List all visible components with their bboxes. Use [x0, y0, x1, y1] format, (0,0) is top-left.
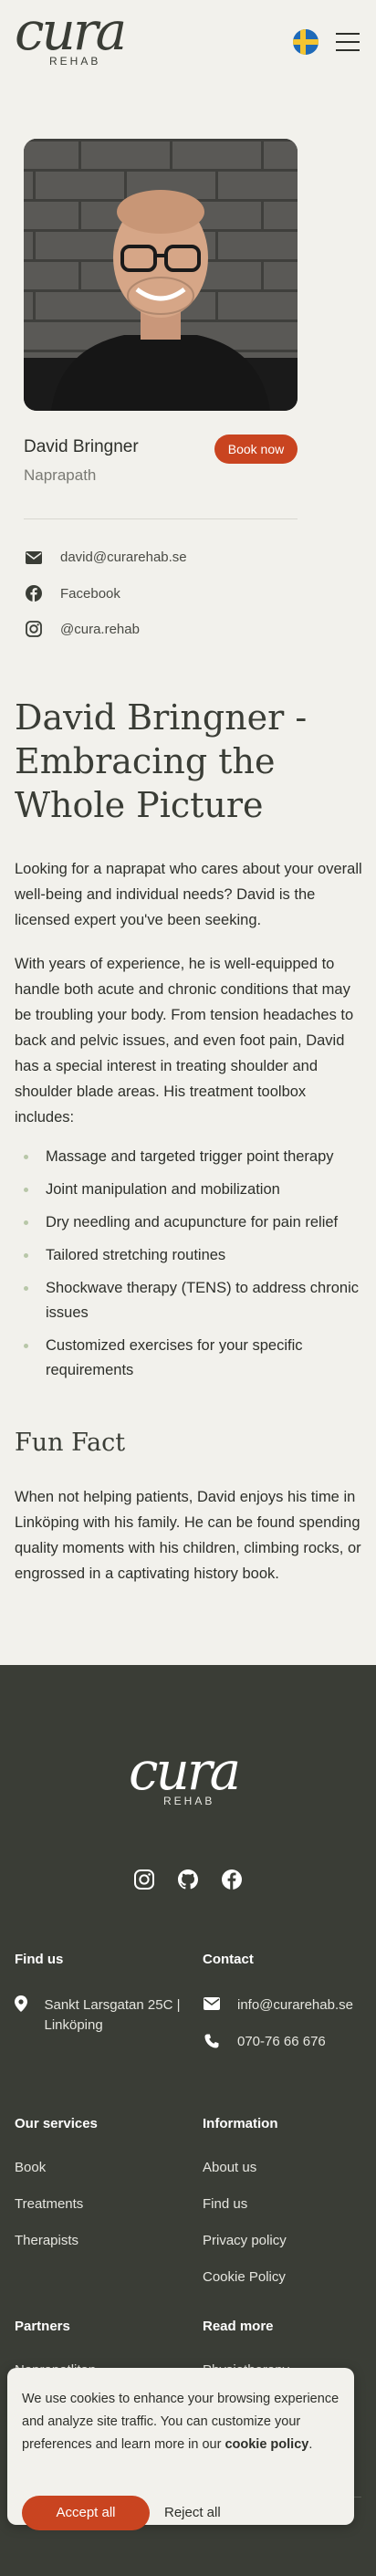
github-icon[interactable]	[177, 1869, 199, 1890]
cookie-banner: We use cookies to enhance your browsing …	[7, 2368, 354, 2530]
brick-wall-background	[24, 139, 298, 411]
footer-logo-wordmark: cura	[129, 1740, 241, 1802]
footer-link-about[interactable]: About us	[203, 2160, 256, 2175]
footer-link-find-us[interactable]: Find us	[203, 2196, 247, 2212]
footer-phone-text: 070-76 66 676	[237, 2034, 326, 2049]
list-item: Massage and targeted trigger point thera…	[15, 1145, 363, 1169]
services-heading: Our services	[15, 2116, 98, 2131]
article-intro: Looking for a naprapat who cares about y…	[15, 861, 362, 928]
footer-link-treatments[interactable]: Treatments	[15, 2196, 83, 2212]
facebook-icon	[24, 585, 44, 602]
therapist-photo	[24, 139, 298, 411]
facebook-icon[interactable]	[221, 1869, 243, 1890]
hamburger-menu-icon[interactable]	[336, 33, 360, 53]
fun-fact-title: Fun Fact	[15, 1429, 126, 1457]
contact-facebook[interactable]: Facebook	[24, 585, 120, 602]
site-header: cura REHAB	[0, 0, 376, 91]
list-item: Dry needling and acupuncture for pain re…	[15, 1210, 363, 1235]
brand-logo[interactable]: cura REHAB	[15, 5, 133, 68]
footer-address-text: Sankt Larsgatan 25C | Linköping	[44, 1997, 181, 2033]
footer-address[interactable]: Sankt Larsgatan 25C | Linköping	[15, 1995, 188, 2036]
list-item: Shockwave therapy (TENS) to address chro…	[15, 1276, 363, 1325]
fun-fact-text: When not helping patients, David enjoys …	[15, 1489, 361, 1582]
treatment-list: Massage and targeted trigger point thera…	[15, 1145, 363, 1391]
cookie-message: We use cookies to enhance your browsing …	[22, 2392, 339, 2452]
footer-link-therapists[interactable]: Therapists	[15, 2233, 78, 2248]
footer-logo[interactable]: cura REHAB	[129, 1740, 247, 1807]
therapist-name: David Bringner	[24, 437, 139, 456]
contact-email-text: david@curarehab.se	[60, 550, 187, 565]
contact-instagram-text: @cura.rehab	[60, 621, 140, 637]
instagram-icon[interactable]	[133, 1869, 155, 1890]
footer-phone[interactable]: 070-76 66 676	[203, 2034, 326, 2049]
envelope-icon	[203, 1997, 221, 2010]
profile-divider	[24, 518, 298, 519]
contact-facebook-text: Facebook	[60, 585, 120, 602]
contact-heading: Contact	[203, 1952, 254, 1967]
list-item: Joint manipulation and mobilization	[15, 1178, 363, 1202]
instagram-icon	[24, 621, 44, 637]
envelope-icon	[24, 550, 44, 564]
footer-link-privacy[interactable]: Privacy policy	[203, 2233, 287, 2248]
footer-email-text: info@curarehab.se	[237, 1997, 353, 2013]
partners-heading: Partners	[15, 2319, 70, 2334]
footer-email[interactable]: info@curarehab.se	[203, 1997, 353, 2013]
cookie-policy-link[interactable]: cookie policy	[225, 2437, 308, 2452]
article-body: With years of experience, he is well-equ…	[15, 956, 354, 1126]
phone-icon	[203, 2034, 221, 2048]
footer-link-book[interactable]: Book	[15, 2160, 46, 2175]
list-item: Tailored stretching routines	[15, 1243, 363, 1268]
footer-link-cookie[interactable]: Cookie Policy	[203, 2269, 286, 2285]
reject-all-button[interactable]: Reject all	[164, 2496, 221, 2530]
list-item: Customized exercises for your specific r…	[15, 1334, 363, 1383]
information-heading: Information	[203, 2116, 278, 2131]
find-us-heading: Find us	[15, 1952, 64, 1967]
logo-wordmark: cura	[15, 0, 127, 62]
map-pin-icon	[15, 1995, 28, 2012]
read-more-heading: Read more	[203, 2319, 274, 2334]
accept-all-button[interactable]: Accept all	[22, 2496, 150, 2530]
therapist-role: Naprapath	[24, 466, 97, 484]
contact-email[interactable]: david@curarehab.se	[24, 550, 187, 565]
swedish-flag-icon[interactable]	[293, 29, 319, 55]
contact-instagram[interactable]: @cura.rehab	[24, 621, 140, 637]
book-now-button[interactable]: Book now	[214, 435, 298, 464]
article-title: David Bringner - Embracing the Whole Pic…	[15, 697, 308, 825]
